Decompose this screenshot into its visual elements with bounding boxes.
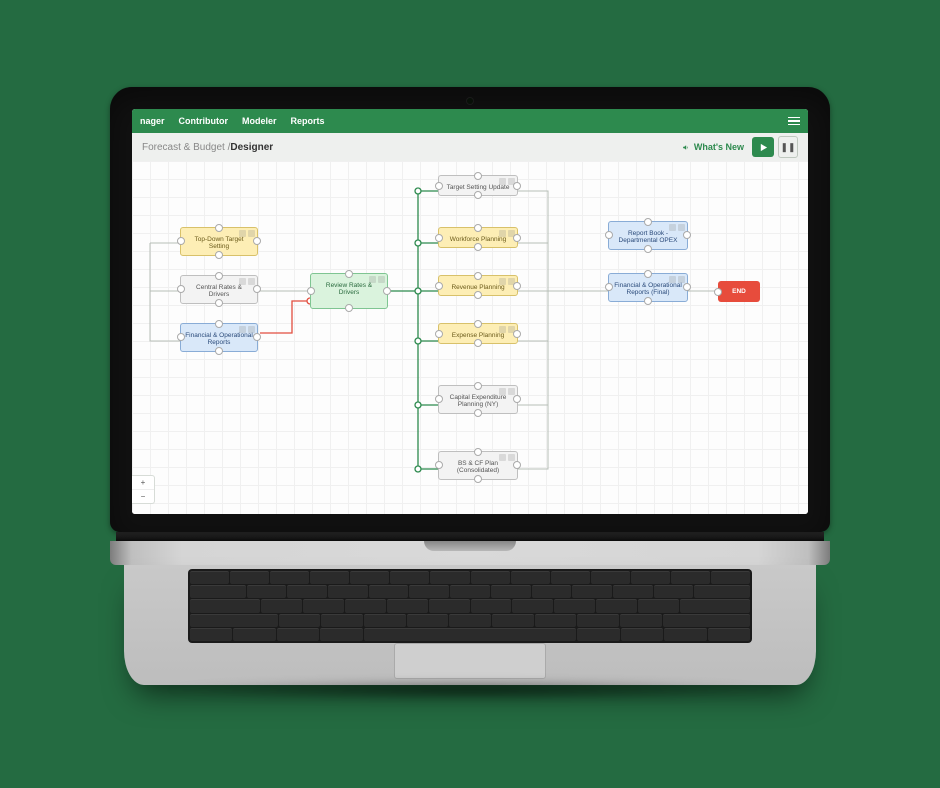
node-end[interactable]: END bbox=[718, 281, 760, 302]
node-label: Review Rates & Drivers bbox=[326, 282, 372, 296]
laptop-mockup: nager Contributor Modeler Reports Foreca… bbox=[110, 87, 830, 701]
zoom-out-button[interactable]: − bbox=[132, 490, 154, 503]
play-icon bbox=[759, 143, 768, 152]
node-target-setting-update[interactable]: Target Setting Update bbox=[438, 175, 518, 196]
laptop-hinge bbox=[116, 532, 824, 541]
node-workforce-planning[interactable]: Workforce Planning bbox=[438, 227, 518, 248]
keyboard bbox=[188, 569, 752, 643]
node-report-book-opex[interactable]: Report Book - Departmental OPEX bbox=[608, 221, 688, 250]
node-label: Target Setting Update bbox=[447, 184, 510, 191]
camera-dot bbox=[467, 98, 473, 104]
nav-tab-reports[interactable]: Reports bbox=[291, 116, 325, 126]
trackpad bbox=[394, 643, 546, 679]
node-label: Financial & Operational Reports (Final) bbox=[614, 282, 682, 296]
toolbar: Forecast & Budget / Designer What's New … bbox=[132, 133, 808, 162]
node-label: Expense Planning bbox=[452, 332, 504, 339]
zoom-controls: + − bbox=[132, 475, 155, 504]
node-central-rates-drivers[interactable]: Central Rates & Drivers bbox=[180, 275, 258, 304]
node-label: Financial & Operational Reports bbox=[185, 332, 253, 346]
menu-icon[interactable] bbox=[788, 117, 800, 126]
floor-shadow bbox=[160, 679, 779, 701]
designer-canvas[interactable]: Top-Down Target Setting Central Rates & … bbox=[132, 161, 808, 514]
play-button[interactable] bbox=[752, 137, 774, 157]
node-capex-planning[interactable]: Capital Expenditure Planning (NY) bbox=[438, 385, 518, 414]
node-label: Revenue Planning bbox=[451, 284, 504, 291]
breadcrumb-prefix: Forecast & Budget / bbox=[142, 142, 230, 153]
thumb-notch bbox=[424, 541, 516, 551]
app-screen: nager Contributor Modeler Reports Foreca… bbox=[132, 109, 808, 514]
megaphone-icon bbox=[682, 143, 691, 152]
node-review-rates-drivers[interactable]: Review Rates & Drivers bbox=[310, 273, 388, 309]
node-revenue-planning[interactable]: Revenue Planning bbox=[438, 275, 518, 296]
node-label: Top-Down Target Setting bbox=[194, 236, 243, 250]
node-financial-operational-reports[interactable]: Financial & Operational Reports bbox=[180, 323, 258, 352]
laptop-keyboard-deck bbox=[124, 565, 816, 685]
node-label: END bbox=[732, 288, 746, 295]
laptop-base-lip bbox=[110, 541, 830, 565]
node-label: Central Rates & Drivers bbox=[196, 284, 242, 298]
node-final-reports[interactable]: Financial & Operational Reports (Final) bbox=[608, 273, 688, 302]
nav-tab-contributor[interactable]: Contributor bbox=[179, 116, 229, 126]
zoom-in-button[interactable]: + bbox=[132, 476, 154, 490]
nav-tab-modeler[interactable]: Modeler bbox=[242, 116, 277, 126]
pause-button[interactable]: ❚❚ bbox=[778, 136, 798, 158]
breadcrumb-current: Designer bbox=[230, 142, 273, 153]
node-label: Workforce Planning bbox=[450, 236, 507, 243]
node-label: Capital Expenditure Planning (NY) bbox=[450, 394, 507, 408]
top-nav: nager Contributor Modeler Reports bbox=[132, 109, 808, 133]
nav-tab-manager[interactable]: nager bbox=[140, 116, 165, 126]
node-expense-planning[interactable]: Expense Planning bbox=[438, 323, 518, 344]
node-bs-cf-plan[interactable]: BS & CF Plan (Consolidated) bbox=[438, 451, 518, 480]
node-label: BS & CF Plan (Consolidated) bbox=[457, 460, 499, 474]
whats-new-link[interactable]: What's New bbox=[682, 142, 744, 152]
node-label: Report Book - Departmental OPEX bbox=[619, 230, 678, 244]
screen-bezel: nager Contributor Modeler Reports Foreca… bbox=[110, 87, 830, 532]
node-top-down-target-setting[interactable]: Top-Down Target Setting bbox=[180, 227, 258, 256]
